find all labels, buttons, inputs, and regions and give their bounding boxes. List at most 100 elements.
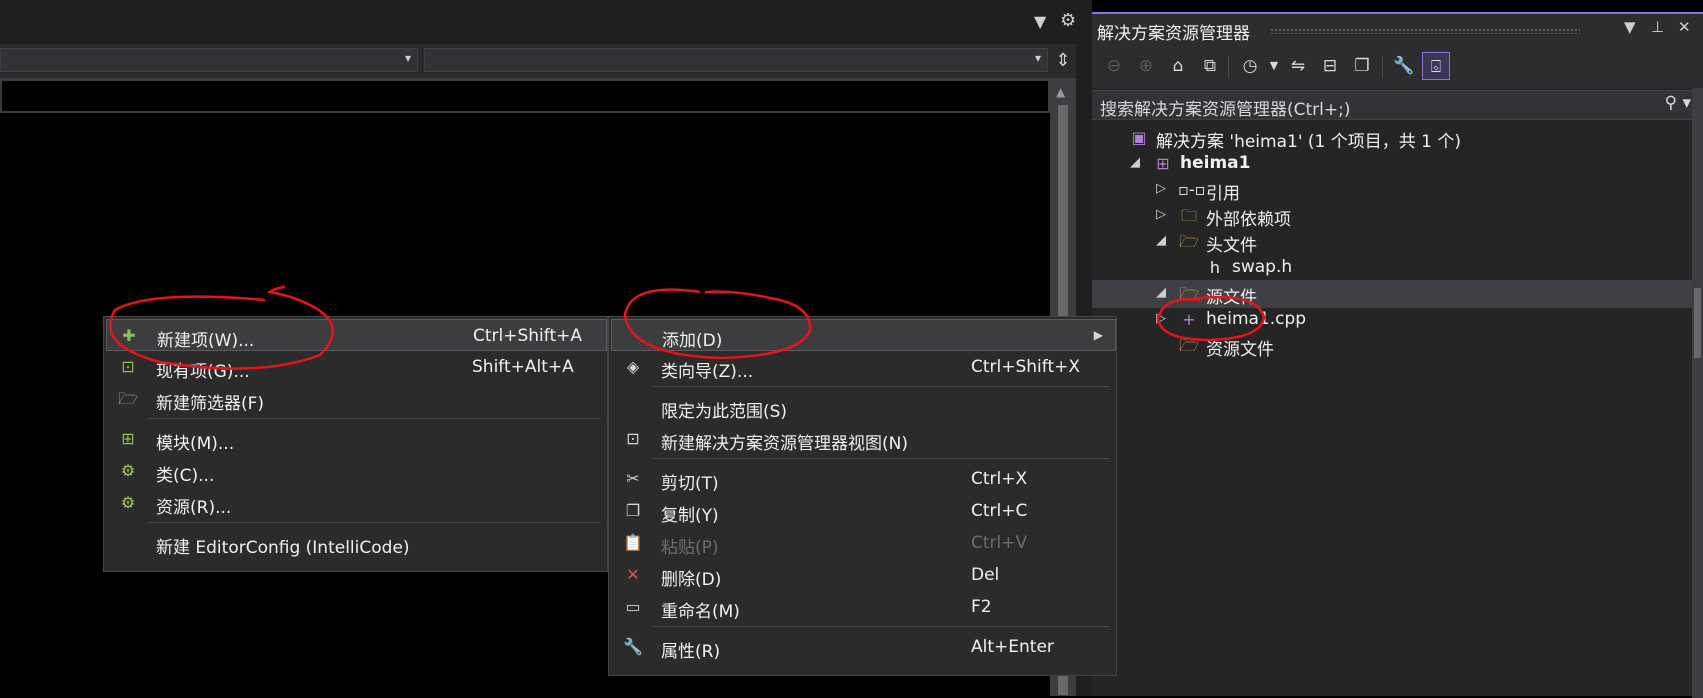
tree-item-label: 解决方案 'heima1' (1 个项目，共 1 个) [1156,132,1462,152]
member-dropdown[interactable]: ▾ [424,48,1048,72]
tree-item[interactable]: ▷ + heima1.cpp [1092,306,1692,334]
tree-item-label: heima1 [1180,153,1251,173]
pin-icon[interactable]: ⊥ [1651,18,1664,36]
search-icon[interactable]: ⚲ ▾ [1665,93,1691,113]
tree-item[interactable]: ◢ 🗁 源文件 [1092,280,1692,308]
expand-icon[interactable]: ▷ [1156,311,1166,326]
editor-navigation-bar: ▾ ▾ ⇕ [0,44,1092,79]
filter-folder-icon: 🗁 [1179,336,1199,355]
tree-item[interactable]: 🗁 资源文件 [1092,332,1692,360]
menu-item-shortcut: Ctrl+V [971,533,1028,553]
menu-item[interactable]: 新建 EditorConfig (IntelliCode) [106,527,607,559]
sync-icon[interactable]: ⇋ [1284,52,1312,80]
cpp-project-icon: ⊞ [1156,154,1170,173]
cut-icon: ✂ [626,469,640,488]
menu-item[interactable]: ⊞ 模块(M)... [106,423,607,455]
collapse-all-icon[interactable]: ⊟ [1316,52,1344,80]
collapse-icon[interactable]: ◢ [1130,155,1140,170]
submenu-arrow-icon: ▶ [1093,328,1103,342]
references-icon: ▫‑▫ [1178,180,1206,199]
chevron-down-icon: ▾ [404,51,411,65]
toolbar-separator [1228,56,1229,78]
tree-item[interactable]: ▷ 🗀 外部依赖项 [1092,202,1692,230]
paste-icon: 📋 [623,533,643,552]
menu-item[interactable]: ⊡ 现有项(G)... Shift+Alt+A [106,351,607,383]
solution-explorer-toolbar: ⊖ ⊕ ⌂ ⧉ ◷ ▼ ⇋ ⊟ ❐ 🔧 ⌺ [1092,46,1703,88]
menu-item[interactable]: ✂ 剪切(T) Ctrl+X [611,463,1116,495]
existing-item-icon: ⊡ [121,357,135,376]
split-icon[interactable]: ⇕ [1046,44,1080,78]
tree-item[interactable]: ▷ ▫‑▫ 引用 [1092,176,1692,204]
panel-title: 解决方案资源管理器 [1097,24,1250,44]
collapse-icon[interactable]: ◢ [1156,285,1166,300]
home-icon[interactable]: ⌂ [1164,52,1192,80]
switch-views-icon[interactable]: ⧉ [1196,52,1224,80]
menu-item[interactable]: ▭ 重命名(M) F2 [611,591,1116,623]
menu-item[interactable]: ✕ 删除(D) Del [611,559,1116,591]
menu-separator [653,626,1110,627]
window-position-icon[interactable]: ▼ [1624,18,1636,36]
resource-icon: ⚙ [120,493,136,512]
menu-item[interactable]: ✚ 新建项(W)... Ctrl+Shift+A [106,319,607,351]
menu-item[interactable]: ⊡ 新建解决方案资源管理器视图(N) [611,423,1116,455]
menu-item[interactable]: ⚙ 资源(R)... [106,487,607,519]
tree-item[interactable]: ◢ 🗁 头文件 [1092,228,1692,256]
menu-item[interactable]: ❐ 复制(Y) Ctrl+C [611,495,1116,527]
folder-context-menu: 添加(D) ▶ ◈ 类向导(Z)... Ctrl+Shift+X 限定为此范围(S) ⊡ 新建… [608,316,1117,676]
preview-selected-icon[interactable]: ⌺ [1422,52,1450,80]
filter-folder-icon: 🗁 [1179,284,1199,303]
menu-item-shortcut: Del [971,565,1000,585]
tree-item[interactable]: h swap.h [1092,254,1692,282]
menu-item-label: 重命名(M) [661,602,740,622]
add-submenu: ✚ 新建项(W)... Ctrl+Shift+A ⊡ 现有项(G)... Shift+Al… [103,316,608,572]
tree-item-label: 资源文件 [1206,340,1274,360]
class-icon: ⚙ [120,461,136,480]
close-icon[interactable]: ✕ [1678,18,1691,36]
menu-item-shortcut: Ctrl+Shift+X [971,357,1081,377]
tree-item-label: 头文件 [1206,236,1257,256]
expand-icon[interactable]: ▷ [1156,207,1166,222]
back-icon[interactable]: ⊖ [1100,52,1128,80]
scroll-up-icon[interactable]: ▲ [1056,85,1065,99]
scope-dropdown[interactable]: ▾ [0,48,418,72]
menu-item[interactable]: ⚙ 类(C)... [106,455,607,487]
menu-item-label: 现有项(G)... [156,362,250,382]
menu-item-label: 添加(D) [662,331,723,351]
menu-item[interactable]: 限定为此范围(S) [611,391,1116,423]
new-view-icon: ⊡ [626,429,640,448]
tree-item[interactable]: ◢ ⊞ heima1 [1092,150,1692,178]
menu-item[interactable]: ◈ 类向导(Z)... Ctrl+Shift+X [611,351,1116,383]
menu-item-label: 限定为此范围(S) [661,402,788,422]
wrench-icon[interactable]: 🔧 [1390,52,1418,80]
editor-tab-strip: ▼ ⚙ [0,0,1092,44]
solution-explorer-search[interactable]: 搜索解决方案资源管理器(Ctrl+;) ⚲ ▾ [1092,90,1703,120]
expand-icon[interactable]: ▷ [1156,181,1166,196]
rename-icon: ▭ [625,597,641,616]
menu-item[interactable]: 🔧 属性(R) Alt+Enter [611,631,1116,663]
menu-item[interactable]: 🗁 新建筛选器(F) [106,383,607,415]
menu-separator [653,458,1110,459]
menu-item-shortcut: Ctrl+Shift+A [473,326,583,346]
forward-icon[interactable]: ⊕ [1132,52,1160,80]
menu-item-label: 新建项(W)... [157,331,255,351]
delete-icon: ✕ [626,565,640,584]
menu-separator [148,418,601,419]
show-all-files-icon[interactable]: ❐ [1348,52,1376,80]
collapse-icon[interactable]: ◢ [1156,233,1166,248]
tree-item-label: heima1.cpp [1206,309,1307,329]
menu-item-label: 属性(R) [661,642,721,662]
menu-item-shortcut: Alt+Enter [971,637,1054,657]
solution-explorer: 解决方案资源管理器 ▼ ⊥ ✕ ⊖ ⊕ ⌂ ⧉ ◷ ▼ ⇋ ⊟ ❐ 🔧 ⌺ 搜索… [1092,12,1703,698]
tree-item[interactable]: ▣ 解决方案 'heima1' (1 个项目，共 1 个) [1092,124,1692,152]
chevron-down-icon: ▾ [1034,51,1041,65]
menu-item-label: 复制(Y) [661,506,719,526]
menu-item-label: 新建 EditorConfig (IntelliCode) [156,538,410,558]
gear-icon[interactable]: ⚙ [1060,10,1076,31]
tree-item-label: swap.h [1232,257,1293,277]
module-icon: ⊞ [121,429,135,448]
menu-item[interactable]: 添加(D) ▶ [611,319,1116,351]
scroll-thumb[interactable] [1694,288,1701,358]
drag-grip[interactable] [1270,28,1580,34]
tree-scrollbar[interactable] [1692,88,1703,698]
tab-dropdown-icon[interactable]: ▼ [1034,12,1046,31]
